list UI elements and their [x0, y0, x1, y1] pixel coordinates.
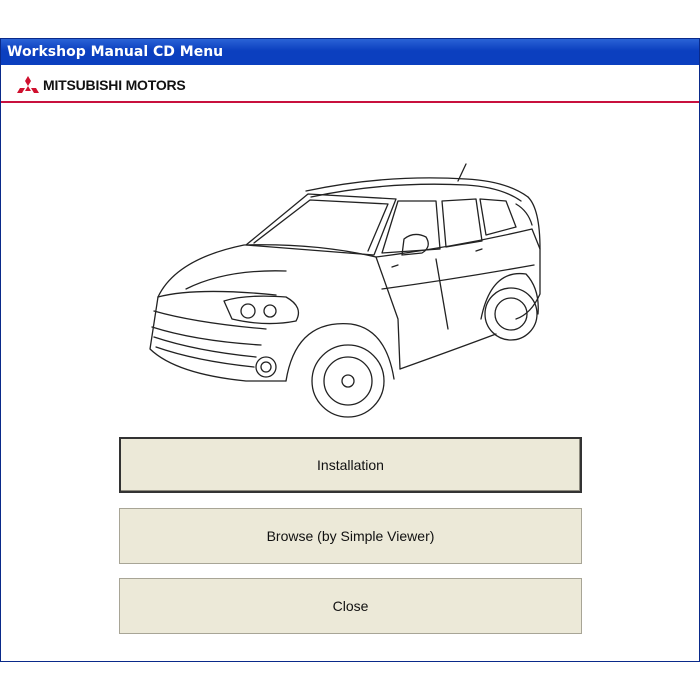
- browse-button-label: Browse (by Simple Viewer): [266, 528, 435, 544]
- car-line-drawing-icon: [149, 163, 541, 418]
- menu-window: Workshop Manual CD Menu MITSUBISHI MOTOR…: [0, 38, 700, 662]
- installation-button-label: Installation: [317, 457, 384, 473]
- close-button[interactable]: Close: [119, 578, 582, 634]
- window-title-bar[interactable]: Workshop Manual CD Menu: [1, 39, 699, 65]
- brand-name: MITSUBISHI MOTORS: [43, 77, 186, 93]
- installation-button[interactable]: Installation: [119, 437, 582, 493]
- window-title: Workshop Manual CD Menu: [7, 44, 224, 60]
- three-diamonds-logo-icon: [17, 76, 39, 93]
- browse-simple-viewer-button[interactable]: Browse (by Simple Viewer): [119, 508, 582, 564]
- close-button-label: Close: [332, 598, 369, 614]
- brand-header: MITSUBISHI MOTORS: [1, 65, 699, 103]
- brand-logo: MITSUBISHI MOTORS: [17, 76, 186, 94]
